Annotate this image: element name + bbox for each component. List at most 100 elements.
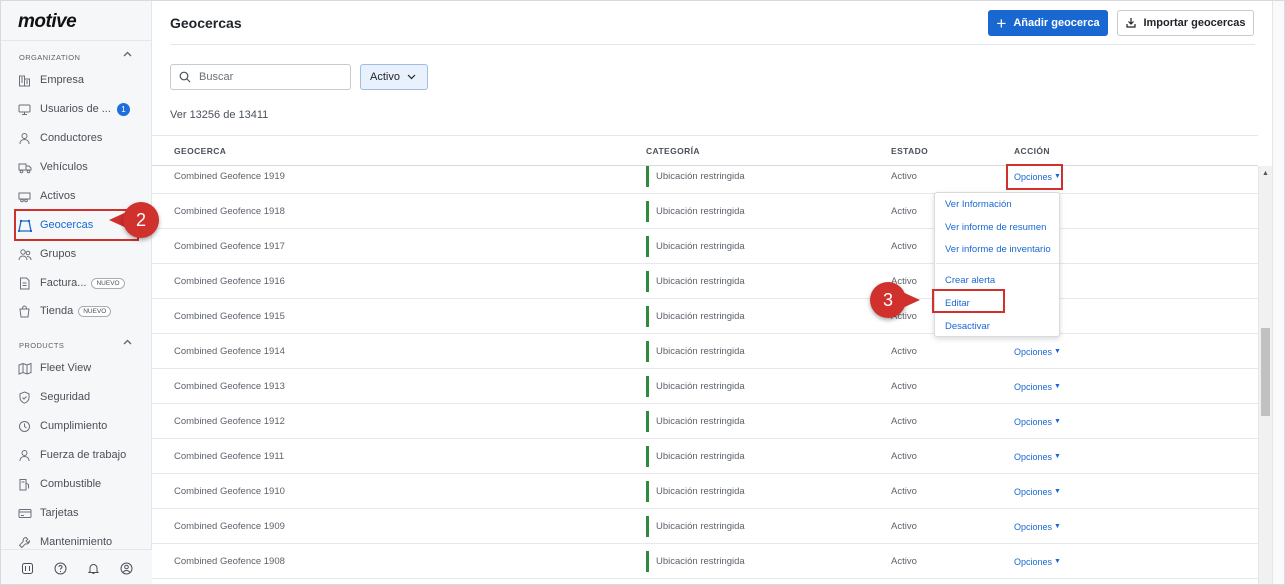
sidebar-item-facturacion[interactable]: Factura... NUEVO [17, 271, 141, 295]
table-row: Combined Geofence 1916 Ubicación restrin… [152, 264, 1258, 299]
caret-down-icon: ▼ [1054, 348, 1061, 355]
sidebar-item-label: Grupos [40, 248, 77, 260]
geofence-name[interactable]: Combined Geofence 1914 [174, 334, 285, 369]
sidebar-item-label: Fuerza de trabajo [40, 449, 127, 461]
import-geofences-label: Importar geocercas [1143, 17, 1246, 29]
options-button[interactable]: Opciones ▼ [1014, 474, 1061, 509]
sidebar-item-combustible[interactable]: Combustible [17, 472, 141, 496]
status-cell: Activo [891, 451, 917, 462]
options-label: Opciones [1014, 451, 1053, 462]
menu-item-ver-informacion[interactable]: Ver Información [945, 199, 1012, 210]
motive-logo[interactable]: motive [18, 11, 77, 33]
divider [1, 40, 152, 41]
category-label: Ubicación restringida [656, 451, 745, 462]
geofence-name[interactable]: Combined Geofence 1916 [174, 264, 285, 299]
caret-down-icon: ▼ [1054, 418, 1061, 425]
step-number: 2 [123, 202, 159, 238]
chevron-up-icon[interactable] [123, 49, 132, 59]
status-filter-dropdown[interactable]: Activo [360, 64, 428, 90]
table-row: Combined Geofence 1914 Ubicación restrin… [152, 334, 1258, 369]
category-color-bar [646, 271, 649, 292]
geofence-name[interactable]: Combined Geofence 1915 [174, 299, 285, 334]
geofence-name[interactable]: Combined Geofence 1919 [174, 166, 285, 194]
sidebar-item-label: Combustible [40, 478, 102, 490]
map-icon [17, 361, 32, 376]
menu-item-ver-informe-inventario[interactable]: Ver informe de inventario [945, 244, 1051, 255]
options-button[interactable]: Opciones ▼ [1014, 334, 1061, 369]
new-badge: NUEVO [91, 277, 125, 289]
geofence-name[interactable]: Combined Geofence 1910 [174, 474, 285, 509]
scroll-up-arrow-icon[interactable]: ▲ [1262, 170, 1269, 177]
caret-down-icon: ▼ [1054, 453, 1061, 460]
sidebar-item-seguridad[interactable]: Seguridad [17, 385, 141, 409]
sidebar-item-cumplimiento[interactable]: Cumplimiento [17, 414, 141, 438]
status-cell: Activo [891, 241, 917, 252]
step-callout-2: 2 [109, 202, 159, 238]
sidebar-item-label: Activos [40, 190, 76, 202]
help-icon[interactable] [52, 560, 68, 576]
sidebar-item-vehiculos[interactable]: Vehículos [17, 155, 141, 179]
step-callout-3: 3 [870, 282, 920, 318]
sidebar-item-grupos[interactable]: Grupos [17, 242, 141, 266]
options-button[interactable]: Opciones ▼ [1014, 509, 1061, 544]
table-row: Combined Geofence 1912 Ubicación restrin… [152, 404, 1258, 439]
bell-icon[interactable] [85, 560, 101, 576]
scrollbar-thumb[interactable] [1261, 328, 1270, 416]
category-cell: Ubicación restringida [646, 404, 745, 439]
sidebar-item-conductores[interactable]: Conductores [17, 126, 141, 150]
tools-icon[interactable] [19, 560, 35, 576]
caret-down-icon: ▼ [1054, 558, 1061, 565]
sidebar-item-tienda[interactable]: Tienda NUEVO [17, 299, 141, 323]
clock-icon [17, 419, 32, 434]
menu-item-ver-informe-resumen[interactable]: Ver informe de resumen [945, 222, 1046, 233]
divider [170, 44, 1255, 45]
geofence-name[interactable]: Combined Geofence 1911 [174, 439, 284, 474]
column-header-accion: ACCIÓN [1014, 146, 1050, 156]
page-scrollbar[interactable] [1272, 1, 1284, 584]
sidebar-item-empresa[interactable]: Empresa [17, 68, 141, 92]
chevron-up-icon[interactable] [123, 337, 132, 347]
geofence-name[interactable]: Combined Geofence 1912 [174, 404, 285, 439]
fuel-icon [17, 477, 32, 492]
status-cell: Activo [891, 206, 917, 217]
table-row: Combined Geofence 1909 Ubicación restrin… [152, 509, 1258, 544]
menu-item-crear-alerta[interactable]: Crear alerta [945, 275, 995, 286]
geofence-name[interactable]: Combined Geofence 1908 [174, 544, 285, 579]
sidebar-item-fuerza-de-trabajo[interactable]: Fuerza de trabajo [17, 443, 141, 467]
options-button[interactable]: Opciones ▼ [1014, 404, 1061, 439]
import-icon [1125, 17, 1137, 29]
column-header-estado[interactable]: ESTADO [891, 146, 928, 156]
category-cell: Ubicación restringida [646, 544, 745, 579]
table-scrollbar[interactable]: ▲ [1258, 166, 1272, 584]
card-icon [17, 506, 32, 521]
truck-icon [17, 160, 32, 175]
geofence-name[interactable]: Combined Geofence 1909 [174, 509, 285, 544]
options-button[interactable]: Opciones ▼ [1014, 439, 1061, 474]
category-color-bar [646, 376, 649, 397]
table-row: Combined Geofence 1918 Ubicación restrin… [152, 194, 1258, 229]
column-header-geocerca[interactable]: GEOCERCA [174, 146, 226, 156]
geofence-name[interactable]: Combined Geofence 1918 [174, 194, 285, 229]
sidebar-item-usuarios[interactable]: Usuarios de ... 1 [17, 97, 141, 121]
sidebar-item-label: Tienda [40, 305, 74, 317]
sidebar-item-fleet-view[interactable]: Fleet View [17, 356, 141, 380]
import-geofences-button[interactable]: Importar geocercas [1117, 10, 1254, 36]
menu-item-desactivar[interactable]: Desactivar [945, 321, 990, 332]
account-icon[interactable] [118, 560, 134, 576]
options-label: Opciones [1014, 381, 1053, 392]
search-input[interactable]: Buscar [170, 64, 351, 90]
chevron-down-icon [407, 74, 416, 80]
category-color-bar [646, 551, 649, 572]
geofence-name[interactable]: Combined Geofence 1913 [174, 369, 285, 404]
options-button[interactable]: Opciones ▼ [1014, 369, 1061, 404]
section-label-organization: ORGANIZATION [19, 53, 81, 62]
sidebar-item-label: Factura... [40, 277, 87, 289]
options-button[interactable]: Opciones ▼ [1014, 544, 1061, 579]
sidebar-item-tarjetas[interactable]: Tarjetas [17, 501, 141, 525]
geofence-name[interactable]: Combined Geofence 1917 [174, 229, 285, 264]
column-header-categoria[interactable]: CATEGORÍA [646, 146, 700, 156]
callout-pointer [898, 290, 920, 310]
category-cell: Ubicación restringida [646, 509, 745, 544]
add-geofence-button[interactable]: + Añadir geocerca [988, 10, 1108, 36]
status-cell: Activo [891, 381, 917, 392]
